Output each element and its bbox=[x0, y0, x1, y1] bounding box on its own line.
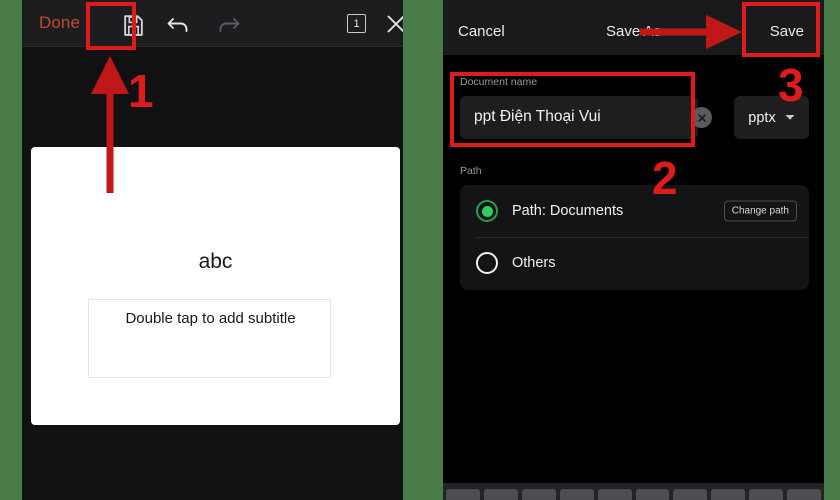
keyboard-key[interactable] bbox=[559, 489, 594, 500]
keyboard-key[interactable] bbox=[597, 489, 632, 500]
keyboard-key[interactable] bbox=[787, 489, 822, 500]
undo-button[interactable] bbox=[165, 11, 193, 37]
document-name-input[interactable]: ppt Điện Thoại Vui bbox=[460, 96, 698, 139]
toolbar-divider bbox=[22, 46, 403, 47]
clear-document-name-button[interactable] bbox=[691, 107, 712, 128]
file-extension-value: pptx bbox=[748, 109, 776, 126]
path-option-others-label: Others bbox=[512, 255, 556, 271]
undo-arrow-icon bbox=[167, 18, 188, 32]
keyboard-key[interactable] bbox=[673, 489, 708, 500]
save-button[interactable] bbox=[110, 4, 156, 46]
left-phone-panel: Done 1 abc Double tap to add subtitle bbox=[22, 0, 403, 500]
keyboard-key[interactable] bbox=[483, 489, 518, 500]
keyboard-key[interactable] bbox=[711, 489, 746, 500]
keyboard-key[interactable] bbox=[749, 489, 784, 500]
chevron-down-icon bbox=[785, 115, 795, 120]
save-confirm-button[interactable]: Save bbox=[770, 23, 804, 40]
path-options-card: Path: Documents Change path Others bbox=[460, 185, 809, 290]
keyboard-strip[interactable] bbox=[443, 483, 824, 500]
clear-circle-x-icon bbox=[697, 113, 706, 122]
slide-subtitle-placeholder-box[interactable]: Double tap to add subtitle bbox=[88, 299, 331, 378]
radio-inner-dot bbox=[481, 205, 493, 217]
redo-button[interactable] bbox=[214, 11, 242, 37]
path-section-label: Path bbox=[460, 165, 482, 177]
save-as-navbar: Cancel Save As Save bbox=[443, 0, 824, 55]
slide-subtitle-text: Double tap to add subtitle bbox=[125, 310, 296, 327]
close-x-icon bbox=[387, 15, 403, 33]
right-phone-panel: Cancel Save As Save Document name ppt Đi… bbox=[443, 0, 824, 500]
close-button[interactable] bbox=[384, 12, 403, 36]
document-name-value: ppt Điện Thoại Vui bbox=[474, 108, 601, 125]
redo-arrow-icon bbox=[219, 18, 240, 32]
radio-unselected-icon[interactable] bbox=[476, 252, 498, 274]
radio-selected-icon[interactable] bbox=[476, 200, 498, 222]
keyboard-key[interactable] bbox=[635, 489, 670, 500]
slide-canvas[interactable]: abc Double tap to add subtitle bbox=[31, 147, 400, 425]
floppy-disk-save-icon bbox=[123, 14, 143, 36]
path-option-documents[interactable]: Path: Documents Change path bbox=[460, 185, 809, 237]
slide-title-text[interactable]: abc bbox=[31, 250, 400, 274]
change-path-button[interactable]: Change path bbox=[723, 200, 797, 222]
file-extension-dropdown[interactable]: pptx bbox=[734, 96, 809, 139]
path-option-documents-label: Path: Documents bbox=[512, 203, 624, 219]
document-name-label: Document name bbox=[460, 76, 538, 88]
path-option-others[interactable]: Others bbox=[460, 237, 809, 289]
keyboard-key[interactable] bbox=[446, 489, 480, 500]
page-count-badge[interactable]: 1 bbox=[347, 14, 366, 33]
editor-toolbar: Done 1 bbox=[22, 0, 403, 47]
keyboard-key[interactable] bbox=[521, 489, 556, 500]
screenshot-root: Done 1 abc Double tap to add subtitle Ca… bbox=[0, 0, 840, 500]
save-as-title: Save As bbox=[605, 23, 662, 40]
done-button[interactable]: Done bbox=[39, 13, 80, 33]
page-count-value: 1 bbox=[353, 17, 360, 30]
